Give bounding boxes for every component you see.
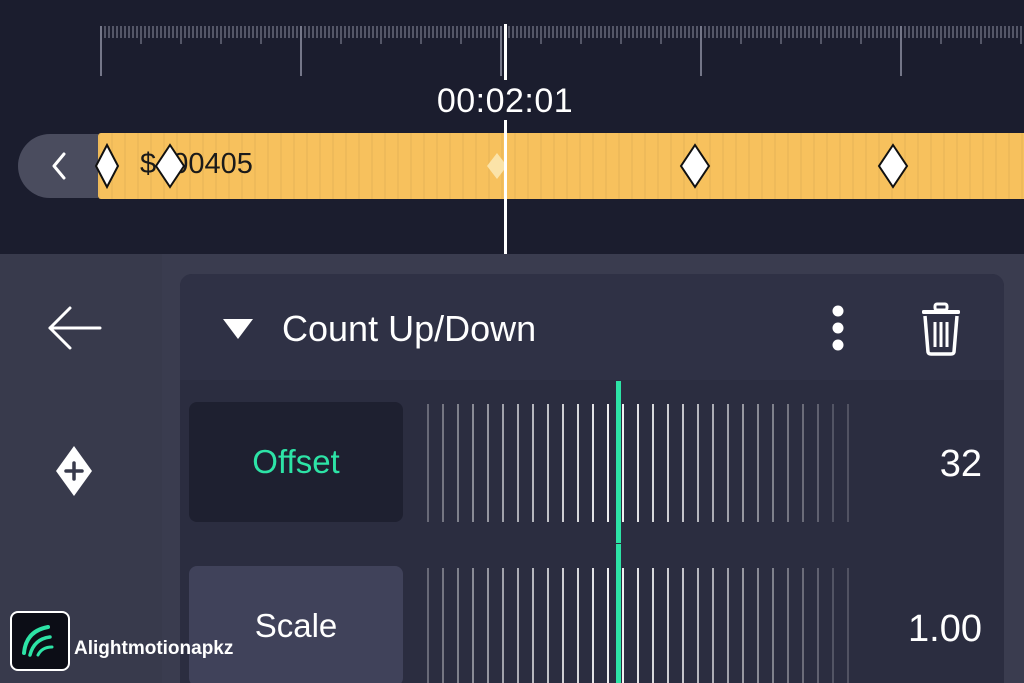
watermark-text: Alightmotionapkz bbox=[74, 638, 234, 659]
trash-icon[interactable] bbox=[918, 302, 964, 356]
watermark-logo bbox=[10, 611, 70, 671]
offset-dial-marker bbox=[616, 381, 621, 543]
param-row-offset: Offset 32 bbox=[180, 381, 1004, 543]
chevron-left-icon bbox=[52, 152, 66, 180]
timeline-area[interactable]: $400405 00:02:01 bbox=[0, 0, 1024, 254]
param-scale-button[interactable]: Scale bbox=[189, 566, 403, 683]
time-ruler[interactable] bbox=[100, 24, 1024, 78]
playhead[interactable] bbox=[504, 24, 507, 254]
alight-motion-logo-icon bbox=[22, 625, 54, 657]
param-offset-button[interactable]: Offset bbox=[189, 402, 403, 522]
scale-dial-marker bbox=[616, 544, 621, 683]
param-row-scale: Scale 1.00 bbox=[180, 544, 1004, 683]
offset-dial[interactable] bbox=[426, 404, 856, 522]
add-keyframe-icon[interactable] bbox=[54, 444, 94, 498]
triangle-down-icon[interactable] bbox=[222, 318, 254, 340]
effect-header[interactable]: Count Up/Down bbox=[180, 274, 1004, 380]
effect-card: Count Up/Down Offset 32 Scale 1.00 bbox=[180, 274, 1004, 683]
effect-title: Count Up/Down bbox=[282, 308, 537, 349]
collapse-timeline-button[interactable] bbox=[18, 134, 98, 198]
back-arrow-icon[interactable] bbox=[46, 304, 102, 352]
keyframe-diamond-icon[interactable] bbox=[94, 143, 120, 189]
keyframe-diamond-icon[interactable] bbox=[679, 143, 711, 189]
scale-value[interactable]: 1.00 bbox=[908, 608, 982, 651]
vertical-dots-icon[interactable] bbox=[830, 304, 846, 352]
keyframe-diamond-icon[interactable] bbox=[877, 143, 909, 189]
scale-dial[interactable] bbox=[426, 568, 856, 683]
keyframe-diamond-icon[interactable] bbox=[154, 143, 186, 189]
current-timecode: 00:02:01 bbox=[436, 82, 574, 120]
offset-value[interactable]: 32 bbox=[940, 443, 982, 486]
